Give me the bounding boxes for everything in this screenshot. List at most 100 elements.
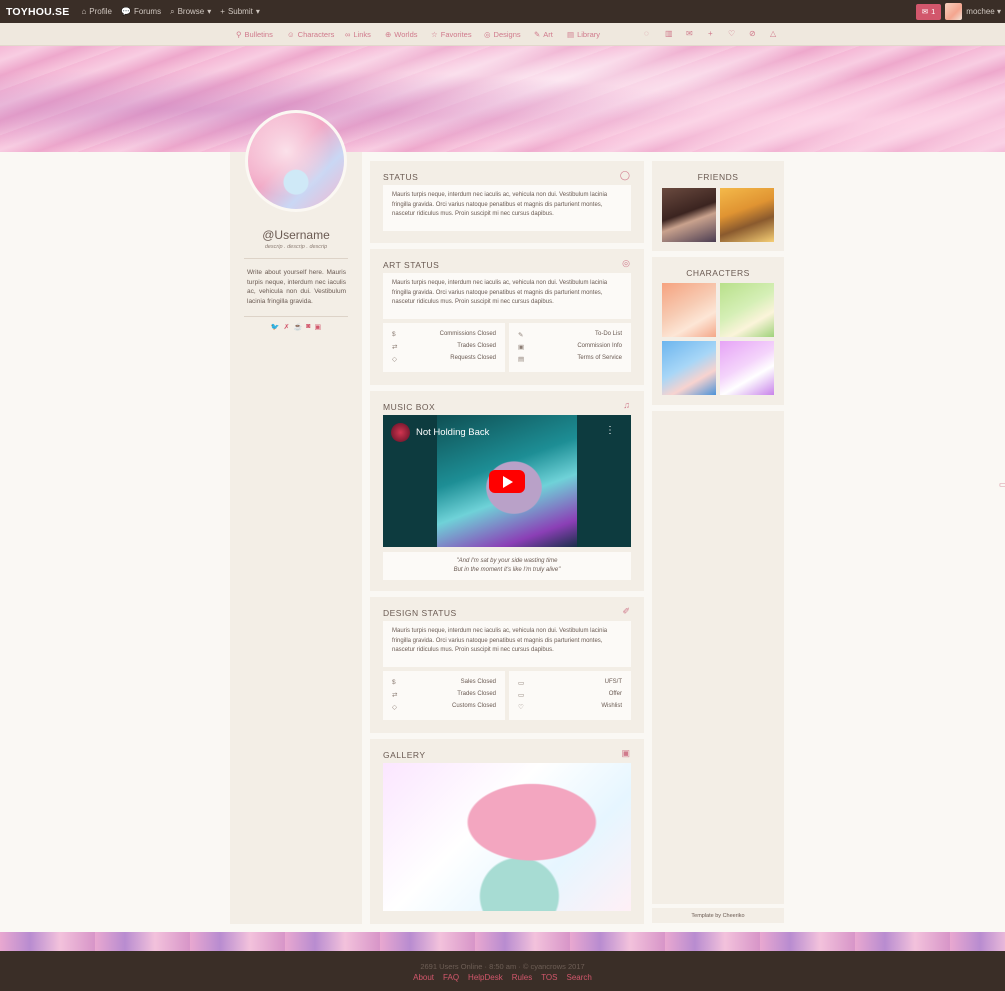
pencil-icon: ✎ — [534, 30, 541, 39]
friend-thumbnail[interactable] — [662, 188, 716, 242]
globe-icon: ⊕ — [385, 30, 392, 39]
nav-submit-label: Submit — [227, 7, 253, 16]
nav-profile[interactable]: ⌂ Profile — [81, 7, 112, 16]
video-title[interactable]: Not Holding Back — [416, 427, 489, 438]
list-item-label: Trades Closed — [457, 691, 496, 697]
feather-icon: ✐ — [622, 606, 630, 616]
tab-bulletins[interactable]: ⚲ Bulletins — [236, 30, 273, 39]
character-thumbnail[interactable] — [720, 283, 774, 337]
list-item[interactable]: ♡ Wishlist — [509, 703, 631, 714]
footer-link-tos[interactable]: TOS — [541, 973, 557, 982]
tab-library[interactable]: ▤ Library — [567, 30, 600, 39]
user-avatar[interactable] — [945, 3, 963, 20]
image-icon: ▣ — [518, 344, 525, 351]
search-icon: ⌕ — [170, 6, 175, 16]
panel-title: CHARACTERS — [686, 268, 750, 278]
comment-icon: ◯ — [619, 170, 630, 180]
gallery-image[interactable] — [383, 763, 631, 911]
stats-icon[interactable]: ▥ — [665, 29, 673, 38]
nav-forums-label: Forums — [133, 7, 162, 16]
footer-link-rules[interactable]: Rules — [512, 973, 532, 982]
kofi-icon[interactable]: ☕ — [294, 323, 303, 331]
character-thumbnail[interactable] — [720, 341, 774, 395]
list-item-label: UFS/T — [604, 679, 622, 685]
site-logo[interactable]: TOYHOU.SE — [6, 6, 69, 18]
notification-count: 1 — [931, 7, 936, 16]
deviantart-icon[interactable]: ✗ — [284, 323, 290, 331]
image-icon: ▣ — [621, 748, 630, 758]
channel-avatar[interactable] — [391, 423, 410, 442]
plus-icon: + — [220, 7, 225, 16]
nav-browse-label: Browse — [177, 7, 205, 16]
divider — [244, 316, 348, 317]
tab-art[interactable]: ✎ Art — [534, 30, 553, 39]
tab-label: Links — [353, 30, 371, 39]
top-navbar: TOYHOU.SE ⌂ Profile 💬 Forums ⌕ Browse ▾ + Sub… — [0, 0, 1005, 23]
list-item[interactable]: ▤ Terms of Service — [509, 355, 631, 366]
art-status-box: Mauris turpis neque, interdum nec iaculi… — [383, 273, 631, 319]
lyrics-box: "And I'm sat by your side wasting time B… — [383, 552, 631, 580]
username-label: mochee — [966, 7, 995, 16]
profile-subnav: ⚲ Bulletins ☺ Characters ∞ Links ⊕ Worlds ☆ F… — [0, 23, 1005, 46]
tumblr-icon[interactable]: ▣ — [314, 323, 321, 331]
tab-label: Favorites — [440, 30, 472, 39]
tag-icon: ◇ — [392, 704, 397, 711]
friend-thumbnail[interactable] — [720, 188, 774, 242]
caret-down-icon: ▾ — [255, 7, 260, 16]
link-icon: ∞ — [345, 30, 351, 39]
tab-favorites[interactable]: ☆ Favorites — [431, 30, 472, 39]
nav-forums[interactable]: 💬 Forums — [121, 7, 161, 16]
status-box: Mauris turpis neque, interdum nec iaculi… — [383, 185, 631, 231]
comment-icon[interactable]: ◌ — [644, 29, 649, 38]
palette-icon: ◎ — [622, 258, 630, 268]
warning-icon[interactable]: △ — [770, 29, 776, 38]
list-item[interactable]: ▭ Offer — [509, 691, 631, 702]
mail-icon[interactable]: ✉ — [686, 29, 693, 38]
footer-link-about[interactable]: About — [413, 973, 434, 982]
list-item-label: Sales Closed — [460, 679, 496, 685]
list-item: ◇ Requests Closed — [383, 355, 505, 366]
nav-submit[interactable]: + Submit ▾ — [220, 7, 260, 16]
side-tab-icon[interactable]: ▭ — [999, 480, 1005, 489]
instagram-icon[interactable]: ◙ — [306, 323, 310, 331]
right-filler-panel — [652, 411, 784, 904]
tab-worlds[interactable]: ⊕ Worlds — [385, 30, 418, 39]
character-thumbnail[interactable] — [662, 283, 716, 337]
users-icon: ☺ — [287, 30, 295, 39]
youtube-embed[interactable]: Not Holding Back ⋮ — [383, 415, 631, 547]
design-status-box: Mauris turpis neque, interdum nec iaculi… — [383, 621, 631, 667]
dollar-icon: $ — [392, 679, 396, 686]
list-item[interactable]: ▭ UFS/T — [509, 679, 631, 690]
more-options-icon[interactable]: ⋮ — [605, 425, 615, 436]
character-thumbnail[interactable] — [662, 341, 716, 395]
heart-icon[interactable]: ♡ — [728, 29, 735, 38]
art-status-text: Mauris turpis neque, interdum nec iaculi… — [392, 280, 608, 305]
lyric-line: "And I'm sat by your side wasting time — [456, 558, 558, 564]
footer-link-faq[interactable]: FAQ — [443, 973, 459, 982]
footer-link-helpdesk[interactable]: HelpDesk — [468, 973, 503, 982]
exchange-icon: ⇄ — [392, 692, 398, 699]
list-item-label: To-Do List — [594, 331, 622, 337]
tab-links[interactable]: ∞ Links — [345, 30, 371, 39]
play-button[interactable] — [489, 470, 525, 493]
user-menu[interactable]: mochee ▾ — [966, 7, 1001, 16]
divider — [244, 258, 348, 259]
add-icon[interactable]: + — [708, 29, 713, 38]
nav-browse[interactable]: ⌕ Browse ▾ — [170, 7, 211, 17]
list-item-label: Requests Closed — [450, 355, 496, 361]
block-icon[interactable]: ⊘ — [749, 29, 756, 38]
twitter-icon[interactable]: 🐦 — [271, 323, 280, 331]
template-credit[interactable]: Template by Cheeriko — [652, 908, 784, 923]
chat-bubbles-icon: 💬 — [120, 7, 131, 16]
tab-designs[interactable]: ◎ Designs — [484, 30, 521, 39]
footer-link-search[interactable]: Search — [567, 973, 592, 982]
tab-label: Characters — [297, 30, 335, 39]
tag-icon: ◇ — [392, 356, 397, 363]
exchange-icon: ⇄ — [392, 344, 398, 351]
tab-characters[interactable]: ☺ Characters — [287, 30, 334, 39]
heart-icon: ♡ — [518, 704, 524, 711]
list-item[interactable]: ▣ Commission Info — [509, 343, 631, 354]
notifications-button[interactable]: ✉ 1 — [915, 3, 942, 20]
list-item-label: Commissions Closed — [439, 331, 496, 337]
list-item[interactable]: ✎ To-Do List — [509, 331, 631, 342]
